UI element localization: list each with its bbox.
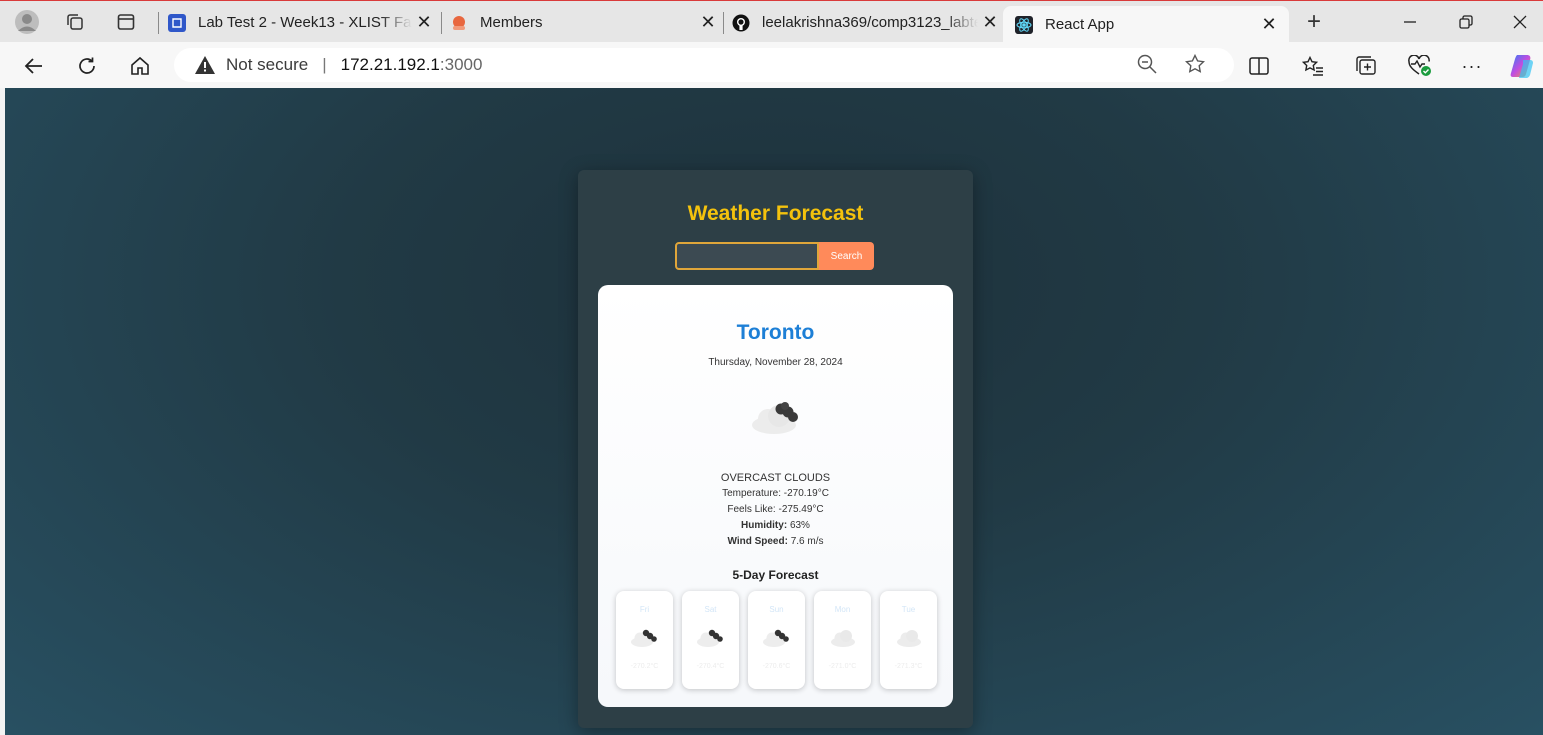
window-close-icon[interactable]: [1497, 7, 1543, 37]
tab-react-app[interactable]: React App ✕: [1003, 6, 1289, 43]
forecast-day-card: Fri -270.2°C: [616, 591, 673, 689]
wind-speed-line: Wind Speed: 7.6 m/s: [598, 536, 953, 547]
forecast-day-label: Tue: [901, 605, 916, 614]
close-icon[interactable]: ✕: [1257, 13, 1281, 37]
city-name: Toronto: [736, 321, 815, 344]
app-title: Weather Forecast: [687, 202, 864, 225]
wind-speed-label: Wind Speed:: [727, 536, 788, 547]
feels-like-line: Feels Like: -275.49°C: [598, 504, 953, 515]
forecast-temp: -270.4°C: [696, 663, 725, 670]
feels-like-value: -275.49°C: [778, 504, 824, 515]
collections-icon[interactable]: [1350, 50, 1382, 82]
forecast-day-card: Sat -270.4°C: [682, 591, 739, 689]
home-icon[interactable]: [124, 50, 156, 82]
security-label[interactable]: Not secure: [226, 55, 308, 75]
forecast-day-card: Sun -270.6°C: [748, 591, 805, 689]
copilot-icon[interactable]: [1507, 50, 1539, 82]
workspaces-icon[interactable]: [60, 7, 90, 37]
city-search-input[interactable]: [675, 242, 819, 270]
cloud-icon: [897, 630, 921, 647]
close-icon[interactable]: ✕: [978, 11, 1002, 35]
minimize-icon[interactable]: [1387, 7, 1433, 37]
humidity-label: Humidity:: [741, 520, 788, 531]
tab-separator: [158, 12, 159, 34]
reload-icon[interactable]: [71, 50, 103, 82]
forecast-title: 5-Day Forecast: [732, 568, 819, 582]
close-icon[interactable]: ✕: [412, 11, 436, 35]
members-icon: [450, 14, 468, 32]
tab-separator: [723, 12, 724, 34]
tab-label: React App: [1045, 16, 1115, 33]
tab-label: leelakrishna369/comp3123_labte: [762, 14, 978, 31]
browser-essentials-icon[interactable]: [1404, 50, 1436, 82]
forecast-temp: -270.6°C: [762, 663, 791, 670]
tab-label: Lab Test 2 - Week13 - XLIST Fall: [198, 14, 412, 31]
browser-tab-bar: Lab Test 2 - Week13 - XLIST Fall ✕ Membe…: [0, 0, 1543, 43]
forecast-day-card: Tue -271.3°C: [880, 591, 937, 689]
split-screen-icon[interactable]: [1243, 50, 1275, 82]
vertical-tabs-icon[interactable]: [111, 7, 141, 37]
weather-app-container: Weather Forecast Search Toronto Thursday…: [578, 170, 973, 728]
temperature-label: Temperature:: [722, 488, 781, 499]
forecast-temp: -270.2°C: [630, 663, 659, 670]
more-menu-icon[interactable]: ···: [1456, 50, 1488, 82]
feels-like-label: Feels Like:: [727, 504, 776, 515]
forecast-day-label: Mon: [834, 605, 851, 614]
weather-description: OVERCAST CLOUDS: [720, 472, 831, 484]
forecast-day-label: Sat: [704, 605, 717, 614]
close-icon[interactable]: ✕: [696, 11, 720, 35]
course-icon: [168, 13, 186, 32]
forecast-temp: -271.3°C: [894, 663, 923, 670]
forecast-list: Fri -270.2°C Sat -270.4°C Sun -270.6°C M…: [616, 591, 937, 689]
tab-github[interactable]: leelakrishna369/comp3123_labte ✕: [732, 6, 1002, 39]
page-viewport: Weather Forecast Search Toronto Thursday…: [5, 88, 1543, 735]
url-port: :3000: [439, 55, 483, 74]
current-date: Thursday, November 28, 2024: [708, 357, 843, 368]
warning-icon: [195, 56, 215, 74]
tab-label: Members: [480, 14, 543, 31]
cloud-icon: [831, 630, 855, 647]
favorite-star-icon[interactable]: [1181, 50, 1209, 78]
search-form: Search: [675, 242, 874, 270]
search-button[interactable]: Search: [819, 242, 874, 270]
profile-icon[interactable]: [12, 7, 42, 37]
url-host: 172.21.192.1: [340, 55, 440, 74]
wind-speed-value: 7.6 m/s: [790, 536, 824, 547]
forecast-day-card: Mon -271.0°C: [814, 591, 871, 689]
overcast-cloud-icon: [752, 402, 798, 434]
address-divider: |: [322, 55, 327, 74]
forecast-day-label: Fri: [639, 605, 650, 614]
weather-card: Toronto Thursday, November 28, 2024 OVER…: [598, 285, 953, 707]
new-tab-icon[interactable]: +: [1299, 7, 1329, 37]
overcast-cloud-icon: [631, 629, 657, 647]
favorites-icon[interactable]: [1297, 50, 1329, 82]
forecast-day-label: Sun: [769, 605, 784, 614]
tab-separator: [441, 12, 442, 34]
humidity-value: 63%: [789, 520, 810, 531]
temperature-value: -270.19°C: [783, 488, 829, 499]
github-icon: [732, 14, 750, 32]
humidity-line: Humidity: 63%: [598, 520, 953, 531]
tab-members[interactable]: Members ✕: [450, 6, 720, 39]
overcast-cloud-icon: [763, 629, 789, 647]
address-bar[interactable]: Not secure | 172.21.192.1:3000: [174, 48, 1234, 82]
back-icon[interactable]: [18, 50, 50, 82]
temperature-line: Temperature: -270.19°C: [598, 488, 953, 499]
react-icon: [1015, 15, 1033, 34]
forecast-temp: -271.0°C: [828, 663, 857, 670]
tab-lab-test[interactable]: Lab Test 2 - Week13 - XLIST Fall ✕: [168, 6, 436, 39]
browser-toolbar: Not secure | 172.21.192.1:3000 ···: [0, 42, 1543, 88]
zoom-out-icon[interactable]: [1133, 50, 1161, 78]
restore-icon[interactable]: [1443, 7, 1489, 37]
overcast-cloud-icon: [697, 629, 723, 647]
